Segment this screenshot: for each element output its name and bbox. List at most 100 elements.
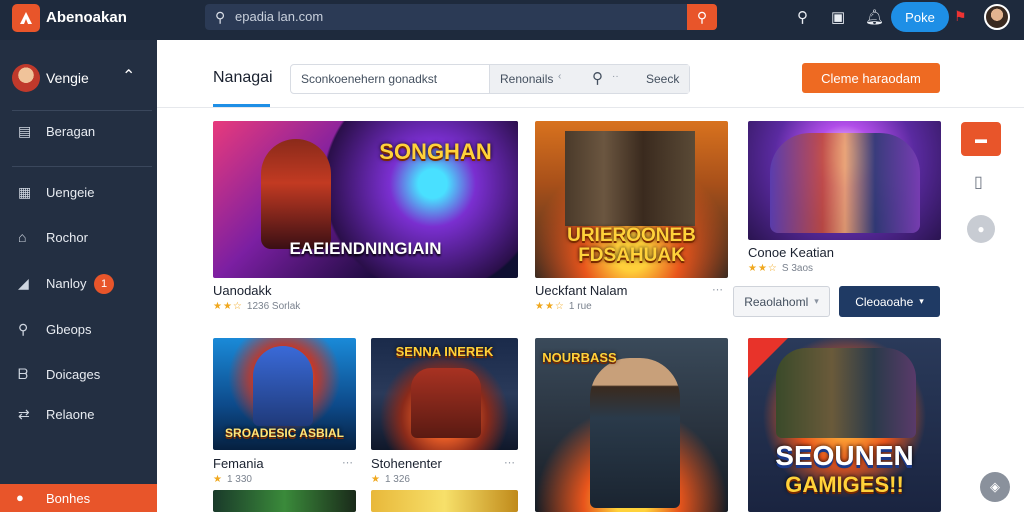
sidebar-user[interactable]: Vengie ⌃ [12,64,142,94]
download-button-label: Cleoaoahe [855,294,914,309]
notification-badge: 1 [94,274,114,294]
chevron-up-icon[interactable]: ⌃ [122,66,135,86]
game-card-title[interactable]: Uanodakk [213,283,272,298]
game-art-title: URIEROONEB [567,225,696,246]
rating-stars: ★★☆ [213,301,243,312]
sidebar-item-beragan[interactable]: ▤ Beragan [0,115,157,147]
game-card-title[interactable]: Stohenenter [371,456,442,471]
game-card-meta: ★★☆ 1 rue [535,301,592,312]
sidebar-item-rochor[interactable]: ⌂ Rochor [0,221,157,253]
select-button-label: Reaolahoml [744,294,809,309]
flag-icon[interactable]: ⚑ [954,8,967,25]
sidebar-item-label: Bonhes [46,491,91,506]
sidebar-item-label: Uengeie [46,185,95,200]
game-card-image[interactable] [213,490,356,512]
game-card-count: 1 326 [384,474,410,485]
help-icon[interactable]: ◈ [980,472,1010,502]
game-art-subtitle: EAEIENDNINGIAIN [289,239,442,258]
chevron-down-icon: ▾ [919,296,924,306]
game-card-image[interactable] [371,490,518,512]
rating-stars: ★★☆ [748,263,778,274]
app-title: Abenoakan [46,9,127,26]
sidebar-item-label: Doicages [46,367,101,382]
video-icon[interactable]: ▬ [961,122,1001,156]
game-card-image[interactable]: SROADESIC ASBIAL [213,338,356,450]
search-icon: ⚲ [18,321,29,337]
circle-icon: ● [16,490,24,505]
game-card-image[interactable]: SONGHAN EAEIENDNINGIAIN [213,121,518,278]
game-art-title: NOURBASS [542,350,617,365]
bell-icon[interactable]: 🔔︎ [865,8,884,26]
select-button[interactable]: Reaolahoml ▾ [733,286,830,317]
rating-stars: ★ [213,474,223,485]
search-submit-button[interactable]: ⚲ [687,4,717,30]
character-group [565,131,695,226]
sidebar-item-nanloy[interactable]: ◢ Nanloy 1 [0,267,157,299]
tab-underline [213,104,270,107]
trend-icon: ◢ [18,275,29,291]
top-bar: Abenoakan ⚲ epadia lan.com ⚲ ⚲ ▣ 🔔︎ Poke… [0,0,1024,40]
download-button[interactable]: Cleoaoahe ▾ [839,286,940,317]
sidebar-item-label: Nanloy [46,276,87,291]
rating-stars: ★ [371,474,381,485]
sidebar: Vengie ⌃ ▤ Beragan ▦ Uengeie ⌂ Rochor ◢ … [0,40,157,512]
global-search-input[interactable]: ⚲ epadia lan.com ⚲ [205,4,717,30]
game-art-title: SEOUNEN [775,440,914,471]
app-logo-icon[interactable] [12,4,40,32]
sidebar-item-label: Rochor [46,230,88,245]
search-icon[interactable]: ⚲ [592,69,603,87]
more-icon[interactable]: ⋯ [504,456,515,469]
sidebar-item-label: Beragan [46,124,96,139]
rating-stars: ★★☆ [535,301,565,312]
game-art-title: SONGHAN [379,139,492,164]
game-art-title: SROADESIC ASBIAL [225,426,344,440]
more-icon[interactable]: ·· [612,71,619,82]
tab-nanagai[interactable]: Nanagai [213,69,273,87]
search-icon: ⚲ [215,9,226,25]
game-art-subtitle: FDSAHUAK [578,245,685,266]
avatar[interactable] [984,4,1010,30]
bookmark-icon[interactable]: ▯ [974,172,983,192]
bookmark-icon: ᗷ [18,366,29,382]
content-header: Nanagai Sconkoenehern gonadkst Renonails… [157,40,1024,108]
sidebar-item-label: Relaone [46,407,95,422]
game-art-subtitle: GAMIGES!! [785,472,904,497]
game-card-image[interactable]: NOURBASS [535,338,728,512]
sidebar-item-bonhes[interactable]: ● Bonhes [0,484,157,512]
sidebar-item-gbeops[interactable]: ⚲ Gbeops [0,313,157,345]
group-icon[interactable]: ● [967,215,995,243]
game-card-image[interactable] [748,121,941,240]
filter-search-button[interactable]: Seeck [646,72,679,86]
character-figure [253,346,313,426]
chevron-down-icon[interactable]: ‹ [558,71,561,82]
game-card-count: S 3aos [781,263,814,274]
more-icon[interactable]: ⋯ [342,456,353,469]
filter-input[interactable]: Sconkoenehern gonadkst [301,72,437,86]
filter-select[interactable]: Renonails [500,72,553,86]
character-group [770,133,920,233]
sidebar-item-doicages[interactable]: ᗷ Doicages [0,358,157,390]
more-icon[interactable]: ⋯ [712,283,723,296]
game-card-meta: ★ 1 326 [371,474,410,485]
game-card-title[interactable]: Conoe Keatian [748,245,834,260]
filter-bar: Sconkoenehern gonadkst Renonails ‹ ⚲ ·· … [290,64,690,94]
create-button[interactable]: Cleme haraodam [802,63,940,93]
divider [12,166,152,167]
game-card-count: 1236 Sorlak [246,301,301,312]
search-text: epadia lan.com [235,9,324,24]
user-avatar [12,64,40,92]
gamepad-icon: ▦ [18,184,32,200]
game-card-image[interactable]: SENNA INEREK [371,338,518,450]
sidebar-item-relaone[interactable]: ⇄ Relaone [0,398,157,430]
game-card-title[interactable]: Femania [213,456,264,471]
game-card-image[interactable]: SEOUNEN GAMIGES!! [748,338,941,512]
poke-button[interactable]: Poke [891,2,949,32]
search-icon[interactable]: ⚲ [797,8,808,26]
chevron-down-icon: ▾ [814,296,819,306]
sidebar-item-uengeie[interactable]: ▦ Uengeie [0,176,157,208]
shuffle-icon: ⇄ [18,406,30,422]
sidebar-item-label: Gbeops [46,322,92,337]
tablet-icon[interactable]: ▣ [831,8,845,26]
game-card-image[interactable]: URIEROONEB FDSAHUAK [535,121,728,278]
game-card-title[interactable]: Ueckfant Nalam [535,283,627,298]
